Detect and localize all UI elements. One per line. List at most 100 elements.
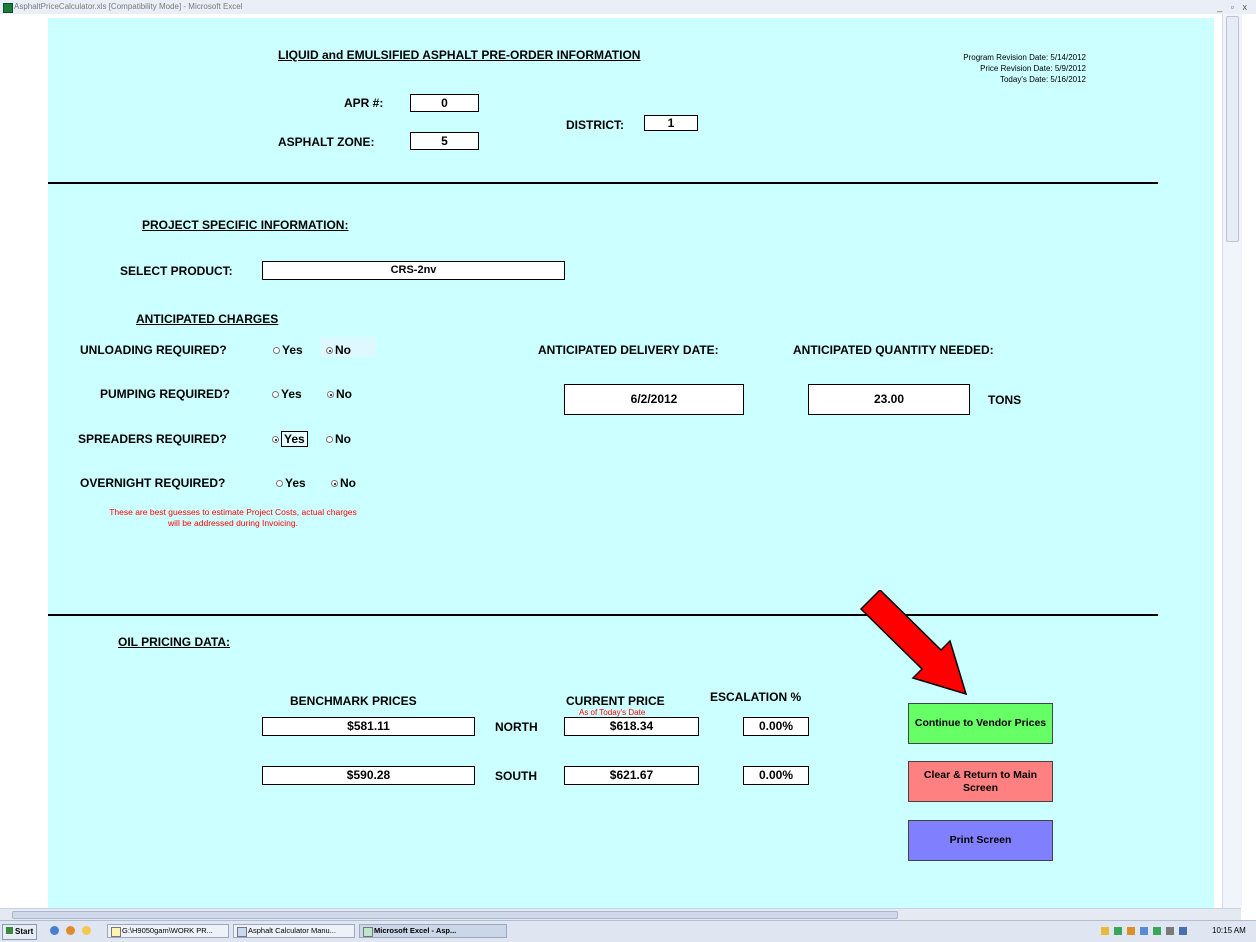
continue-to-vendor-prices-button[interactable]: Continue to Vendor Prices — [908, 703, 1053, 744]
tray-icon — [1127, 927, 1135, 935]
task-label: Microsoft Excel - Asp... — [374, 926, 457, 935]
radio-selected-icon — [331, 480, 338, 487]
form-title: LIQUID and EMULSIFIED ASPHALT PRE-ORDER … — [278, 48, 641, 62]
tray-icon — [1179, 927, 1187, 935]
apr-field[interactable]: 0 — [410, 94, 479, 112]
spreaders-no-option[interactable]: No — [326, 432, 351, 446]
start-label: Start — [15, 927, 34, 936]
select-product-label: SELECT PRODUCT: — [120, 264, 233, 278]
unloading-no-option[interactable]: No — [326, 343, 351, 357]
district-label: DISTRICT: — [566, 118, 624, 132]
window-controls[interactable]: _ ▫ x — [1217, 0, 1250, 14]
current-price-subheader: As of Today's Date — [579, 708, 646, 717]
current-north-field[interactable]: $618.34 — [564, 717, 699, 736]
option-label: No — [340, 476, 356, 490]
current-price-header: CURRENT PRICE — [566, 694, 665, 708]
option-label: Yes — [281, 387, 302, 401]
price-revision-date: Price Revision Date: 5/9/2012 — [980, 64, 1086, 73]
escalation-header: ESCALATION % — [710, 690, 802, 704]
option-label: Yes — [281, 431, 308, 447]
benchmark-header: BENCHMARK PRICES — [290, 694, 417, 708]
clock: 10:15 AM — [1212, 926, 1246, 935]
estimate-note-line2: will be addressed during Invoicing. — [168, 518, 298, 528]
todays-date: Today's Date: 5/16/2012 — [999, 75, 1086, 84]
red-arrow-icon — [859, 590, 968, 696]
word-doc-icon — [237, 927, 247, 937]
option-label: Yes — [282, 343, 303, 357]
quicklaunch-ie-icon[interactable] — [50, 926, 59, 935]
tray-icon — [1114, 927, 1122, 935]
print-screen-button[interactable]: Print Screen — [908, 820, 1053, 861]
overnight-yes-option[interactable]: Yes — [276, 476, 306, 490]
vertical-scroll-thumb[interactable] — [1226, 16, 1239, 242]
apr-label: APR #: — [344, 96, 384, 110]
radio-icon — [326, 436, 333, 443]
taskbar-item-excel[interactable]: Microsoft Excel - Asp... — [359, 924, 507, 938]
radio-selected-icon — [327, 391, 334, 398]
taskbar-item-folder[interactable]: G:\H9050gam\WORK PR... — [107, 924, 229, 938]
worksheet-form: LIQUID and EMULSIFIED ASPHALT PRE-ORDER … — [48, 18, 1214, 920]
quantity-field[interactable]: 23.00 — [808, 384, 970, 415]
tray-icon — [1166, 927, 1174, 935]
excel-icon — [363, 927, 373, 937]
overnight-no-option[interactable]: No — [331, 476, 356, 490]
asphalt-zone-field[interactable]: 5 — [410, 132, 479, 150]
product-select[interactable]: CRS-2nv — [262, 261, 565, 280]
radio-selected-icon — [326, 347, 333, 354]
vertical-scrollbar[interactable] — [1222, 14, 1242, 908]
divider-bottom — [48, 614, 1158, 616]
escalation-south-field[interactable]: 0.00% — [743, 766, 809, 785]
unloading-yes-option[interactable]: Yes — [273, 343, 303, 357]
task-label: G:\H9050gam\WORK PR... — [122, 926, 213, 935]
option-label: Yes — [285, 476, 306, 490]
option-label: No — [335, 343, 351, 357]
windows-logo-icon — [6, 927, 13, 934]
pumping-yes-option[interactable]: Yes — [272, 387, 302, 401]
overnight-label: OVERNIGHT REQUIRED? — [80, 476, 226, 490]
quicklaunch-firefox-icon[interactable] — [66, 926, 75, 935]
option-label: No — [335, 432, 351, 446]
radio-icon — [276, 480, 283, 487]
pumping-label: PUMPING REQUIRED? — [100, 387, 231, 401]
escalation-north-field[interactable]: 0.00% — [743, 717, 809, 736]
benchmark-south-field[interactable]: $590.28 — [262, 766, 475, 785]
start-button[interactable]: Start — [2, 924, 38, 940]
horizontal-scroll-thumb[interactable] — [12, 911, 898, 919]
project-section-title: PROJECT SPECIFIC INFORMATION: — [142, 218, 349, 232]
window-titlebar: AsphaltPriceCalculator.xls [Compatibilit… — [0, 0, 1256, 14]
district-field[interactable]: 1 — [644, 115, 698, 131]
region-south-label: SOUTH — [495, 769, 537, 783]
folder-icon — [111, 927, 121, 937]
anticipated-charges-title: ANTICIPATED CHARGES — [136, 312, 279, 326]
window-title: AsphaltPriceCalculator.xls [Compatibilit… — [14, 2, 243, 11]
quantity-unit: TONS — [988, 393, 1022, 407]
delivery-date-label: ANTICIPATED DELIVERY DATE: — [538, 343, 719, 357]
spreaders-label: SPREADERS REQUIRED? — [78, 432, 227, 446]
quicklaunch-folder-icon[interactable] — [82, 926, 91, 935]
divider-top — [48, 182, 1158, 184]
unloading-label: UNLOADING REQUIRED? — [80, 343, 227, 357]
excel-app-icon — [3, 3, 13, 13]
region-north-label: NORTH — [495, 720, 538, 734]
radio-icon — [272, 391, 279, 398]
oil-pricing-title: OIL PRICING DATA: — [118, 635, 230, 649]
delivery-date-field[interactable]: 6/2/2012 — [564, 384, 744, 415]
tray-icon — [1153, 927, 1161, 935]
radio-icon — [273, 347, 280, 354]
program-revision-date: Program Revision Date: 5/14/2012 — [963, 53, 1086, 62]
clear-and-return-button[interactable]: Clear & Return to Main Screen — [908, 761, 1053, 802]
revision-info: Program Revision Date: 5/14/2012 Price R… — [906, 52, 1086, 85]
spreaders-yes-option[interactable]: Yes — [272, 431, 308, 447]
windows-taskbar: Start G:\H9050gam\WORK PR... Asphalt Cal… — [0, 920, 1256, 942]
tray-icon — [1101, 927, 1109, 935]
taskbar-item-word[interactable]: Asphalt Calculator Manu... — [233, 924, 355, 938]
pumping-no-option[interactable]: No — [327, 387, 352, 401]
quantity-label: ANTICIPATED QUANTITY NEEDED: — [793, 343, 994, 357]
current-south-field[interactable]: $621.67 — [564, 766, 699, 785]
radio-selected-icon — [272, 436, 279, 443]
estimate-note: These are best guesses to estimate Proje… — [48, 507, 418, 529]
system-tray-icons[interactable] — [1097, 924, 1202, 938]
benchmark-north-field[interactable]: $581.11 — [262, 717, 475, 736]
tray-icon — [1140, 927, 1148, 935]
estimate-note-line1: These are best guesses to estimate Proje… — [109, 507, 357, 517]
